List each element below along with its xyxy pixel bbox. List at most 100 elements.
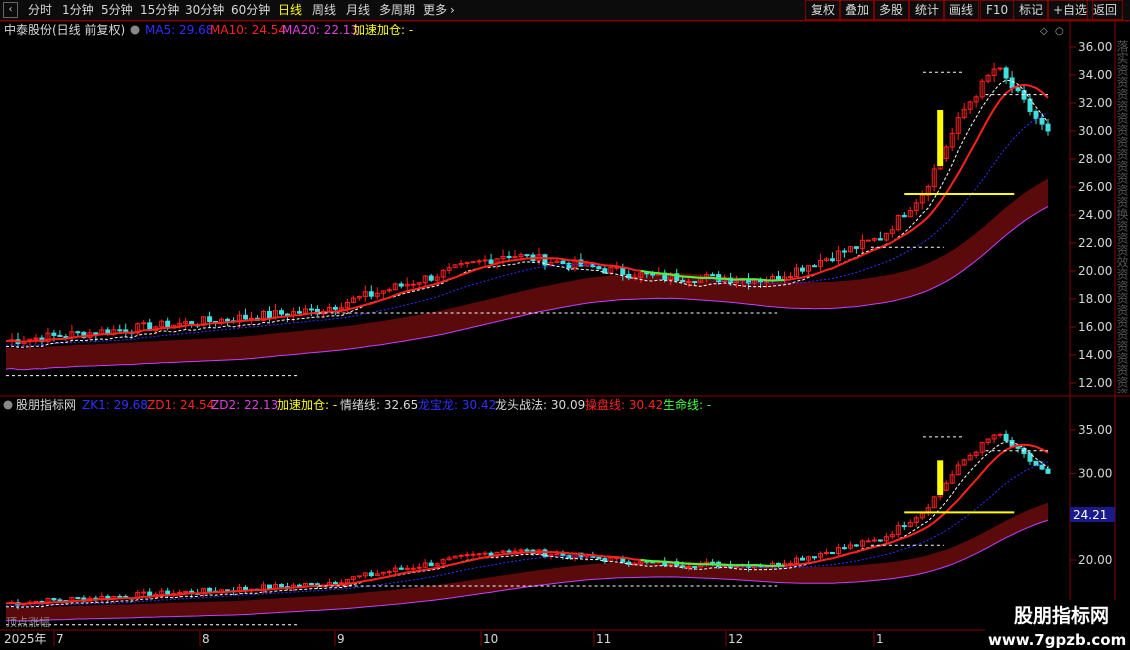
date-label-dec: 12	[728, 632, 743, 646]
indicator-candle-body	[398, 567, 404, 570]
price-candle-body	[602, 268, 608, 274]
indicator-candle-body	[243, 586, 249, 591]
price-candle-body	[1027, 98, 1033, 112]
indicator-panel-legend: 股朋指标网 ZK1: 29.68 ZD1: 24.54 ZD2: 22.13 加…	[3, 397, 711, 412]
price-tick-label: 32.00	[1078, 96, 1112, 110]
watermark-name: 股朋指标网	[1014, 605, 1109, 627]
indicator-tick-label: 30.00	[1078, 466, 1112, 480]
indicator-candle-body	[811, 556, 817, 559]
price-candle-body	[482, 259, 488, 262]
price-candle-body	[428, 275, 434, 281]
life-line-label: 生命线: -	[663, 397, 711, 412]
date-label-year: 2025年	[4, 632, 47, 646]
price-candle-body	[398, 283, 404, 287]
date-label-jan: 1	[876, 632, 884, 646]
ma5-label: MA5: 29.68	[145, 23, 213, 37]
price-candle-body	[207, 316, 213, 322]
ma20-label: MA20: 22.13	[282, 23, 358, 37]
price-candle-body	[243, 314, 249, 320]
price-candle-body	[332, 306, 338, 310]
indicator-candle-body	[853, 544, 859, 547]
indicator-candle-body	[488, 552, 494, 556]
price-tick-label: 30.00	[1078, 124, 1112, 138]
indicator-candle-body	[356, 575, 362, 578]
price-candle-body	[308, 308, 314, 311]
price-candle-body	[266, 310, 272, 319]
indicator-candle-body	[266, 584, 272, 590]
indicator-candle-body	[1027, 453, 1033, 462]
zd2-label: ZD2: 22.13	[211, 398, 278, 412]
indicator-candle-body	[692, 566, 698, 569]
price-candle-body	[787, 275, 793, 278]
price-candle-body	[650, 273, 656, 276]
indicator-candle-body	[512, 550, 518, 553]
indicator-candle-body	[871, 539, 877, 542]
indicator-candle-body	[141, 591, 147, 594]
indicator-candle-body	[829, 551, 835, 555]
price-candle-body	[877, 238, 883, 241]
price-candle-body	[368, 291, 374, 297]
indicator-candle-body	[410, 567, 416, 570]
price-candle-body	[1003, 67, 1009, 79]
indicator-candle-body	[686, 566, 692, 569]
price-candle-body	[776, 275, 782, 281]
indicator-candle-body	[428, 562, 434, 567]
indicator-candle-body	[57, 599, 63, 602]
indicator-candle-body	[296, 584, 302, 587]
ma10-label: MA10: 24.54	[210, 23, 286, 37]
indicator-candle-body	[1015, 446, 1021, 449]
indicator-candle-body	[1003, 433, 1009, 442]
date-label-nov: 11	[596, 632, 611, 646]
price-tick-label: 18.00	[1078, 292, 1112, 306]
indicator-tick-label: 35.00	[1078, 423, 1112, 437]
indicator-candle-body	[596, 556, 602, 560]
indicator-tick-label: 20.00	[1078, 553, 1112, 567]
control-line-label: 操盘线: 30.42	[585, 397, 663, 412]
date-label-sep: 9	[337, 632, 345, 646]
indicator-panel-title[interactable]: 股朋指标网	[16, 397, 76, 412]
price-candle-body	[296, 311, 302, 314]
price-candle-body	[225, 318, 231, 322]
indicator-chart-area[interactable]	[5, 430, 1051, 626]
indicator-candle-body	[416, 566, 422, 569]
price-y-axis: 36.00 34.00 32.00 30.00 28.00 26.00 24.00 22.00…	[1070, 40, 1112, 390]
diamond-icon[interactable]: ◇	[1040, 26, 1048, 37]
price-candle-body	[566, 262, 572, 269]
peak-gain-text: 顶点涨幅	[6, 616, 50, 629]
circle-icon[interactable]: ○	[1055, 26, 1064, 37]
price-tick-label: 22.00	[1078, 236, 1112, 250]
settings-gear-icon[interactable]	[130, 25, 140, 35]
indicator-candle-body	[680, 565, 686, 568]
indicator-settings-icon[interactable]	[3, 400, 13, 410]
price-tick-label: 26.00	[1078, 180, 1112, 194]
side-info-text: 落实资资资资资资资资资资资资换资资资效资资资资资资资资资资资资资资	[1115, 40, 1129, 437]
accel-add-indicator-label: 加速加仓: -	[277, 398, 337, 412]
indicator-candle-body	[470, 553, 476, 556]
price-tick-label: 34.00	[1078, 68, 1112, 82]
price-candle-body	[686, 281, 692, 284]
price-panel-legend: 中泰股份(日线 前复权) MA5: 29.68 MA10: 24.54 MA20…	[4, 22, 1064, 37]
price-candle-body	[506, 256, 512, 259]
price-candle-body	[560, 260, 566, 264]
indicator-candle-body	[482, 552, 488, 555]
price-candle-body	[1045, 123, 1051, 132]
indicator-candle-body	[901, 525, 907, 528]
price-chart-area[interactable]	[5, 62, 1051, 377]
price-candle-body	[692, 281, 698, 284]
indicator-ribbon	[6, 502, 1048, 622]
price-candle-body	[1033, 110, 1039, 119]
indicator-accel-bar	[937, 460, 944, 495]
indicator-candle-body	[278, 584, 284, 588]
indicator-candle-body	[207, 587, 213, 592]
price-panel-title[interactable]: 中泰股份(日线 前复权)	[4, 22, 125, 37]
price-candle-body	[1009, 77, 1015, 89]
price-candle-body	[710, 274, 716, 277]
chart-canvas: 中泰股份(日线 前复权) MA5: 29.68 MA10: 24.54 MA20…	[0, 20, 1130, 650]
indicator-candle-body	[476, 553, 482, 556]
price-candle-body	[865, 239, 871, 242]
dragon-label: 龙宝龙: 30.42	[418, 398, 496, 412]
price-candle-body	[680, 279, 686, 283]
price-candle-body	[512, 256, 518, 259]
price-tick-label: 24.00	[1078, 208, 1112, 222]
price-candle-body	[488, 259, 494, 264]
